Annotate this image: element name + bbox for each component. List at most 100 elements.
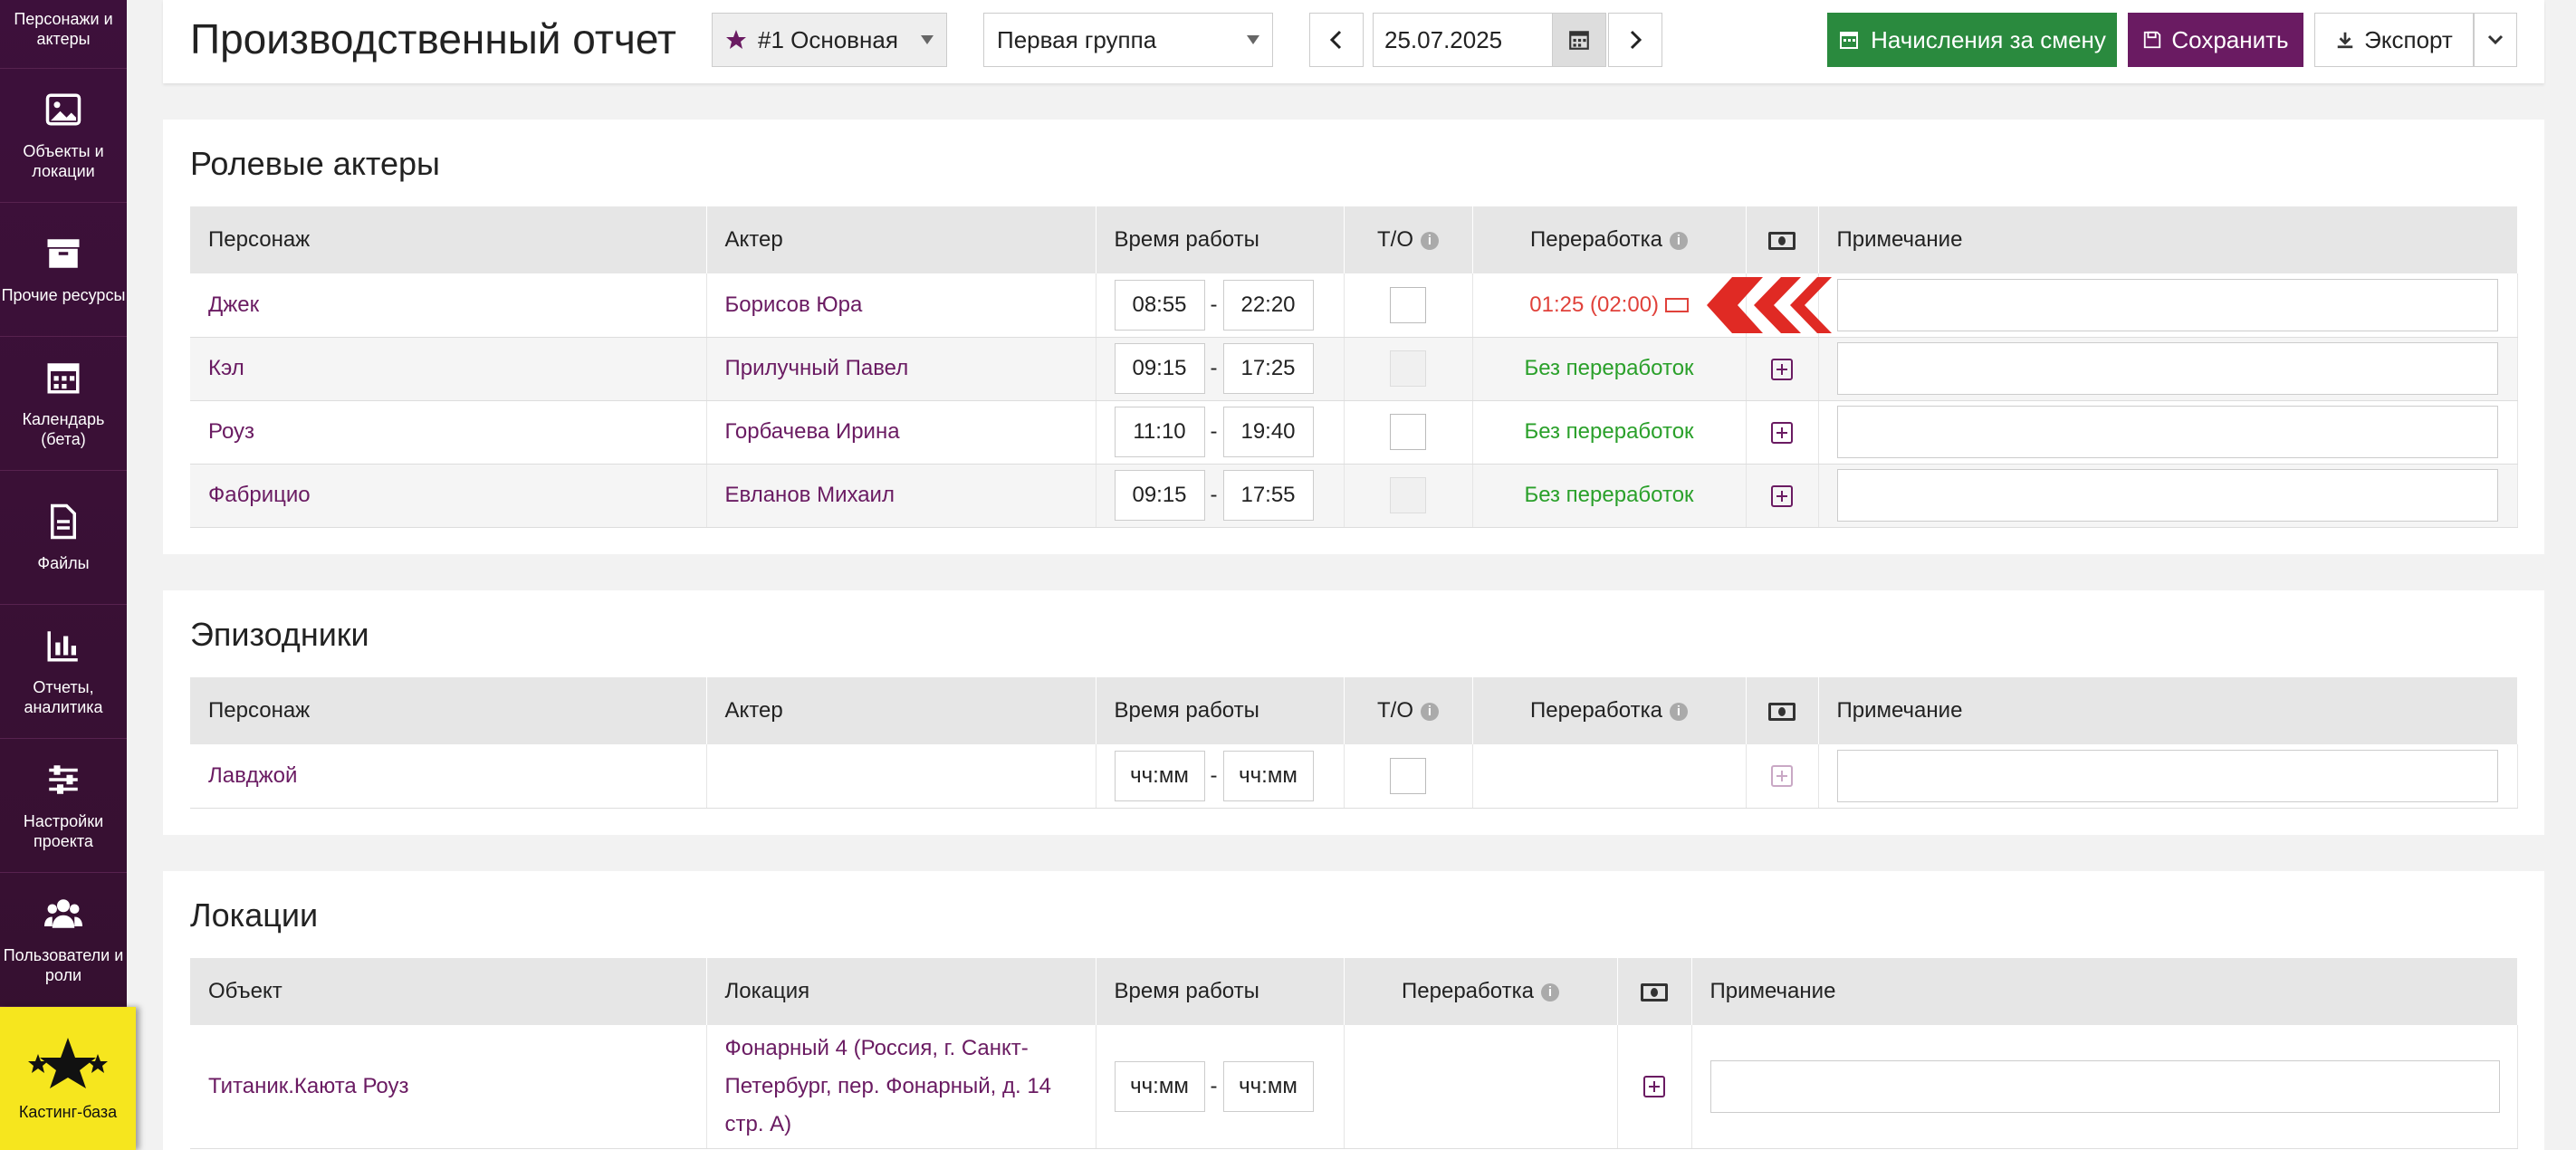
character-link[interactable]: Фабрицио bbox=[190, 464, 707, 528]
col-money bbox=[1617, 958, 1692, 1025]
export-dropdown-button[interactable] bbox=[2474, 13, 2517, 67]
date-value: 25.07.2025 bbox=[1384, 25, 1503, 53]
start-time-input[interactable]: 11:10 bbox=[1114, 407, 1205, 457]
prev-date-button[interactable] bbox=[1309, 13, 1364, 67]
col-object: Объект bbox=[190, 958, 707, 1025]
info-icon[interactable]: i bbox=[1540, 982, 1559, 1001]
money-icon bbox=[1768, 702, 1796, 721]
character-link[interactable]: Джек bbox=[190, 273, 707, 338]
overtime-value: 01:25 (02:00) bbox=[1529, 292, 1660, 317]
table-row: Фабрицио Евланов Михаил 09:15-17:55 Без … bbox=[190, 464, 2518, 528]
actor-cell bbox=[706, 744, 1096, 809]
sidebar-item-reports[interactable]: Отчеты, аналитика bbox=[0, 605, 127, 739]
sidebar-item-characters[interactable]: Персонажи и актеры bbox=[0, 0, 127, 69]
chevron-down-icon bbox=[1247, 35, 1259, 44]
end-time-input[interactable]: 19:40 bbox=[1222, 407, 1314, 457]
col-work-time: Время работы bbox=[1096, 677, 1345, 744]
start-time-input[interactable]: 09:15 bbox=[1114, 343, 1205, 394]
actor-link[interactable]: Борисов Юра bbox=[706, 273, 1096, 338]
info-icon[interactable]: i bbox=[1669, 702, 1688, 721]
start-time-input[interactable]: 08:55 bbox=[1114, 279, 1205, 331]
table-header: Персонаж Актер Время работы Т/О i Перераб… bbox=[190, 677, 2518, 744]
note-input[interactable] bbox=[1836, 749, 2498, 802]
actor-link[interactable]: Горбачева Ирина bbox=[706, 400, 1096, 465]
start-time-input[interactable]: 09:15 bbox=[1114, 470, 1205, 521]
table-header: Объект Локация Время работы Переработка i… bbox=[190, 958, 2518, 1025]
stars-icon bbox=[28, 1037, 108, 1088]
section-title: Локации bbox=[190, 896, 319, 934]
download-icon bbox=[2337, 32, 2353, 49]
date-input[interactable]: 25.07.2025 bbox=[1373, 13, 1554, 67]
col-note: Примечание bbox=[1818, 206, 2518, 273]
sidebar-item-resources[interactable]: Прочие ресурсы bbox=[0, 203, 127, 337]
overtime-cell: 01:25 (02:00) bbox=[1472, 273, 1747, 338]
info-icon[interactable]: i bbox=[1421, 702, 1439, 721]
next-date-button[interactable] bbox=[1608, 13, 1662, 67]
add-payment-icon[interactable] bbox=[1771, 421, 1793, 444]
sidebar-item-calendar[interactable]: Календарь (бета) bbox=[0, 337, 127, 471]
save-button[interactable]: Сохранить bbox=[2128, 13, 2303, 67]
group-value: Первая группа bbox=[997, 25, 1157, 53]
note-input[interactable] bbox=[1836, 342, 2498, 395]
add-payment-icon[interactable] bbox=[1771, 358, 1793, 380]
to-checkbox bbox=[1390, 350, 1426, 387]
locations-section: Локации Объект Локация Время работы Пере… bbox=[163, 871, 2544, 1150]
archive-icon bbox=[47, 238, 80, 268]
note-input[interactable] bbox=[1709, 1059, 2500, 1113]
info-icon[interactable]: i bbox=[1421, 231, 1439, 250]
accruals-button[interactable]: Начисления за смену bbox=[1827, 13, 2117, 67]
location-link[interactable]: Фонарный 4 (Россия, г. Санкт-Петербург, … bbox=[706, 1025, 1096, 1149]
money-icon bbox=[1664, 298, 1689, 313]
start-time-input[interactable]: чч:мм bbox=[1114, 1060, 1205, 1112]
col-overtime: Переработка i bbox=[1472, 206, 1747, 273]
col-to: Т/О i bbox=[1344, 206, 1473, 273]
col-money bbox=[1746, 206, 1819, 273]
to-checkbox[interactable] bbox=[1390, 757, 1426, 794]
end-time-input[interactable]: 17:55 bbox=[1222, 470, 1314, 521]
character-link[interactable]: Роуз bbox=[190, 400, 707, 465]
shooting-day-value: #1 Основная bbox=[758, 25, 898, 53]
sidebar: Персонажи и актеры Объекты и локации Про… bbox=[0, 0, 127, 1150]
save-label: Сохранить bbox=[2171, 25, 2289, 53]
group-select[interactable]: Первая группа bbox=[983, 13, 1273, 67]
add-payment-icon[interactable] bbox=[1771, 484, 1793, 507]
actor-link[interactable]: Прилучный Павел bbox=[706, 337, 1096, 401]
to-checkbox[interactable] bbox=[1390, 414, 1426, 450]
end-time-input[interactable]: 22:20 bbox=[1222, 279, 1314, 331]
add-payment-icon[interactable] bbox=[1643, 1076, 1665, 1098]
object-link[interactable]: Титаник.Каюта Роуз bbox=[190, 1025, 707, 1149]
info-icon[interactable]: i bbox=[1669, 231, 1688, 250]
col-character: Персонаж bbox=[190, 677, 707, 744]
actor-link[interactable]: Евланов Михаил bbox=[706, 464, 1096, 528]
end-time-input[interactable]: чч:мм bbox=[1222, 1060, 1314, 1112]
export-button[interactable]: Экспорт bbox=[2314, 13, 2474, 67]
section-title: Эпизодники bbox=[190, 616, 369, 653]
casting-base-button[interactable]: Кастинг-база bbox=[0, 1007, 136, 1150]
character-link[interactable]: Кэл bbox=[190, 337, 707, 401]
arrow-left-icon bbox=[1706, 277, 1832, 333]
character-link[interactable]: Лавджой bbox=[190, 744, 707, 809]
floppy-icon bbox=[2144, 31, 2161, 49]
sidebar-item-files[interactable]: Файлы bbox=[0, 471, 127, 605]
end-time-input[interactable]: чч:мм bbox=[1222, 750, 1314, 801]
to-checkbox[interactable] bbox=[1390, 286, 1426, 323]
calendar-button[interactable] bbox=[1552, 13, 1606, 67]
accruals-label: Начисления за смену bbox=[1871, 25, 2106, 53]
end-time-input[interactable]: 17:25 bbox=[1222, 343, 1314, 394]
sidebar-item-label: Персонажи и актеры bbox=[14, 10, 113, 48]
locations-table: Объект Локация Время работы Переработка i… bbox=[190, 958, 2518, 1149]
sliders-icon bbox=[49, 764, 78, 794]
table-row: Роуз Горбачева Ирина 11:10-19:40 Без пер… bbox=[190, 400, 2518, 465]
note-input[interactable] bbox=[1836, 469, 2498, 522]
sidebar-item-users[interactable]: Пользователи и роли bbox=[0, 873, 127, 1007]
col-work-time: Время работы bbox=[1096, 206, 1345, 273]
note-input[interactable] bbox=[1836, 406, 2498, 458]
sidebar-item-objects[interactable]: Объекты и локации bbox=[0, 69, 127, 203]
sidebar-item-settings[interactable]: Настройки проекта bbox=[0, 739, 127, 873]
shooting-day-select[interactable]: #1 Основная bbox=[712, 13, 947, 67]
note-input[interactable] bbox=[1836, 278, 2498, 331]
col-character: Персонаж bbox=[190, 206, 707, 273]
start-time-input[interactable]: чч:мм bbox=[1114, 750, 1205, 801]
table-row: Лавджой чч:мм - чч:мм bbox=[190, 744, 2518, 809]
col-overtime: Переработка i bbox=[1472, 677, 1747, 744]
